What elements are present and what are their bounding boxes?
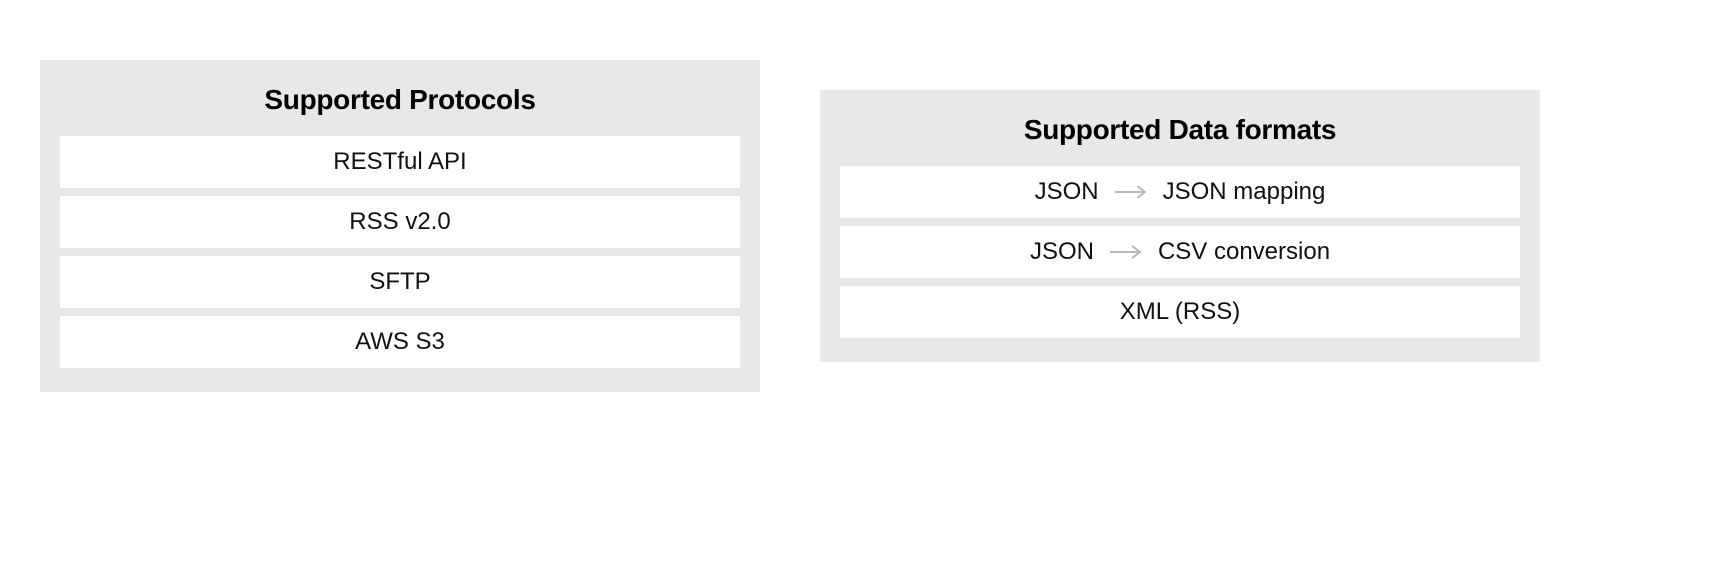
protocol-label: SFTP: [369, 268, 430, 296]
format-to: JSON mapping: [1163, 178, 1326, 206]
format-label: XML (RSS): [1120, 298, 1240, 326]
list-item: SFTP: [60, 256, 740, 308]
protocol-label: RSS v2.0: [349, 208, 450, 236]
format-from: JSON: [1035, 178, 1099, 206]
list-item: RSS v2.0: [60, 196, 740, 248]
protocol-label: RESTful API: [333, 148, 466, 176]
format-to: CSV conversion: [1158, 238, 1330, 266]
protocols-title: Supported Protocols: [60, 84, 740, 116]
list-item: RESTful API: [60, 136, 740, 188]
formats-panel: Supported Data formats JSON JSON mapping…: [820, 90, 1540, 362]
list-item: JSON JSON mapping: [840, 166, 1520, 218]
protocols-panel: Supported Protocols RESTful API RSS v2.0…: [40, 60, 760, 392]
formats-title: Supported Data formats: [840, 114, 1520, 146]
arrow-right-icon: [1113, 182, 1149, 202]
format-from: JSON: [1030, 238, 1094, 266]
list-item: AWS S3: [60, 316, 740, 368]
list-item: XML (RSS): [840, 286, 1520, 338]
list-item: JSON CSV conversion: [840, 226, 1520, 278]
arrow-right-icon: [1108, 242, 1144, 262]
protocol-label: AWS S3: [355, 328, 445, 356]
